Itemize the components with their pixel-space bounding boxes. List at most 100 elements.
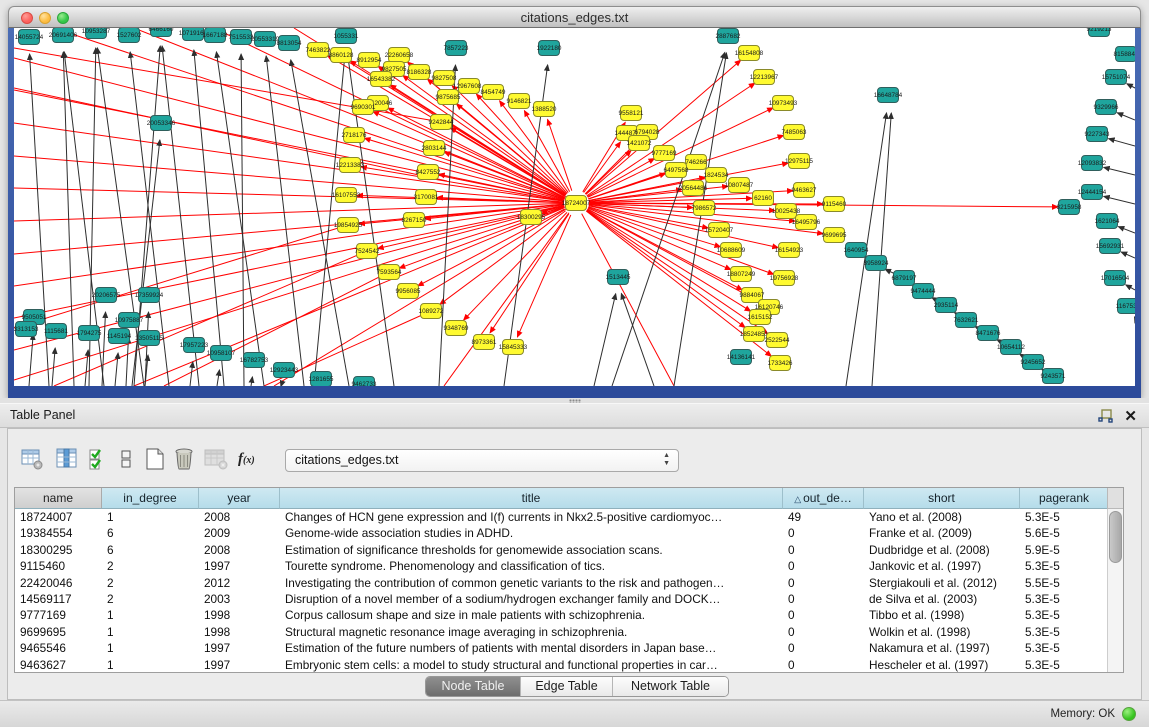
graph-node[interactable]: 9329966 (1094, 100, 1119, 115)
table-cell[interactable]: de Silva et al. (2003) (864, 591, 1020, 607)
graph-node[interactable]: 20691406 (49, 28, 78, 43)
delete-trash-button[interactable] (172, 447, 198, 473)
graph-node[interactable]: 12093832 (1078, 156, 1107, 171)
graph-node[interactable]: 9219213 (1087, 28, 1112, 37)
graph-node[interactable]: 18807249 (727, 267, 756, 282)
column-header-outde[interactable]: △out_de… (783, 488, 864, 509)
graph-node[interactable]: 746266 (685, 155, 707, 170)
table-cell[interactable]: 6 (102, 542, 199, 558)
graph-node[interactable]: 2887682 (716, 29, 741, 44)
table-cell[interactable]: 14569117 (15, 591, 102, 607)
float-window-icon[interactable] (1098, 409, 1113, 423)
table-cell[interactable]: Stergiakouli et al. (2012) (864, 575, 1020, 591)
graph-node[interactable]: 1527602 (117, 28, 142, 43)
table-cell[interactable]: 0 (783, 558, 864, 574)
graph-node[interactable]: 12923443 (270, 363, 299, 378)
graph-node[interactable]: 10953287 (82, 28, 111, 39)
graph-node[interactable]: 2967608 (457, 79, 482, 94)
table-cell[interactable]: 5.9E-5 (1020, 542, 1107, 558)
graph-node[interactable]: 16495796 (792, 215, 821, 230)
table-cell[interactable]: Corpus callosum shape and size in male p… (280, 607, 783, 623)
graph-node[interactable]: 1055331 (334, 29, 359, 44)
table-cell[interactable]: 2 (102, 591, 199, 607)
table-cell[interactable]: 5.3E-5 (1020, 558, 1107, 574)
table-cell[interactable]: 5.3E-5 (1020, 607, 1107, 623)
graph-node[interactable]: 9699695 (822, 228, 847, 243)
table-cell[interactable]: 5.3E-5 (1020, 657, 1107, 672)
graph-node[interactable]: 9827508 (432, 71, 457, 86)
graph-edge[interactable] (217, 370, 219, 386)
graph-edge[interactable] (1126, 285, 1135, 290)
table-cell[interactable]: 2008 (199, 542, 280, 558)
graph-edge[interactable] (674, 53, 726, 386)
graph-node[interactable]: 16154923 (775, 243, 804, 258)
column-header-title[interactable]: title (280, 488, 783, 509)
graph-edge[interactable] (274, 209, 566, 386)
graph-node[interactable]: 2522544 (765, 333, 790, 348)
graph-node[interactable]: 7632621 (954, 313, 979, 328)
graph-node[interactable]: 10654112 (997, 340, 1025, 355)
window-titlebar[interactable]: citations_edges.txt (8, 6, 1141, 28)
table-cell[interactable]: Dudbridge et al. (2008) (864, 542, 1020, 558)
graph-node[interactable]: 9227343 (1085, 127, 1110, 142)
table-cell[interactable]: 1 (102, 509, 199, 525)
graph-edge[interactable] (1104, 196, 1135, 204)
table-cell[interactable]: 2012 (199, 575, 280, 591)
graph-node[interactable]: 9558121 (619, 106, 644, 121)
close-panel-icon[interactable]: ✕ (1124, 407, 1137, 425)
table-cell[interactable]: 5.3E-5 (1020, 509, 1107, 525)
graph-edge[interactable] (102, 312, 106, 386)
graph-node[interactable]: 22260658 (385, 48, 414, 63)
table-cell[interactable]: 0 (783, 607, 864, 623)
table-cell[interactable]: 5.3E-5 (1020, 591, 1107, 607)
table-row[interactable]: 1456911722003Disruption of a novel membe… (15, 591, 1107, 607)
table-cell[interactable]: Embryonic stem cells: a model to study s… (280, 657, 783, 672)
graph-node[interactable]: 10688609 (717, 243, 746, 258)
table-row[interactable]: 946554611997Estimation of the future num… (15, 640, 1107, 656)
graph-edge[interactable] (1118, 227, 1135, 233)
graph-node[interactable]: 8860128 (329, 48, 354, 63)
table-cell[interactable]: Estimation of significance thresholds fo… (280, 542, 783, 558)
graph-node[interactable]: 7857223 (444, 41, 469, 56)
graph-edge[interactable] (872, 113, 891, 386)
table-cell[interactable]: 1997 (199, 640, 280, 656)
table-cell[interactable]: 0 (783, 640, 864, 656)
graph-node[interactable]: 8912954 (357, 53, 382, 68)
table-cell[interactable]: 1997 (199, 657, 280, 672)
select-all-checkboxes-button[interactable] (88, 447, 114, 473)
graph-node[interactable]: 8471676 (976, 326, 1001, 341)
graph-edge[interactable] (1109, 139, 1135, 146)
graph-node[interactable]: 12213967 (750, 70, 779, 85)
table-cell[interactable]: Nakamura et al. (1997) (864, 640, 1020, 656)
graph-node[interactable]: 9348769 (444, 321, 469, 336)
graph-node[interactable]: 16154808 (735, 46, 764, 61)
graph-node[interactable]: 8186328 (407, 65, 432, 80)
table-cell[interactable]: 1 (102, 657, 199, 672)
graph-node[interactable]: 17359924 (135, 288, 164, 303)
table-cell[interactable]: 19384554 (15, 525, 102, 541)
table-cell[interactable]: Hescheler et al. (1997) (864, 657, 1020, 672)
graph-node[interactable]: 7485063 (782, 125, 807, 140)
graph-node[interactable]: 20053346 (147, 116, 176, 131)
graph-node[interactable]: 19854925 (334, 218, 363, 233)
table-cell[interactable]: 0 (783, 591, 864, 607)
table-cell[interactable]: 1 (102, 624, 199, 640)
graph-node[interactable]: 10973493 (769, 96, 798, 111)
table-cell[interactable]: Jankovic et al. (1997) (864, 558, 1020, 574)
table-cell[interactable]: 18300295 (15, 542, 102, 558)
table-cell[interactable]: 2 (102, 558, 199, 574)
graph-node[interactable]: 62160 (753, 191, 774, 206)
graph-node[interactable]: 18300295 (517, 210, 546, 225)
graph-node[interactable]: 9690301 (351, 100, 376, 115)
column-header-year[interactable]: year (199, 488, 280, 509)
table-cell[interactable]: 9777169 (15, 607, 102, 623)
graph-node[interactable]: 15720407 (705, 223, 734, 238)
graph-edge[interactable] (29, 334, 33, 386)
graph-edge[interactable] (1121, 252, 1135, 258)
scrollbar-thumb[interactable] (1109, 511, 1122, 563)
table-cell[interactable]: 5.5E-5 (1020, 575, 1107, 591)
graph-edge[interactable] (1127, 84, 1135, 88)
graph-node[interactable]: 6497568 (664, 163, 689, 178)
graph-node[interactable]: 1115681 (44, 324, 68, 339)
network-canvas[interactable]: 1872400718300295746382288601288912954222… (14, 28, 1135, 386)
